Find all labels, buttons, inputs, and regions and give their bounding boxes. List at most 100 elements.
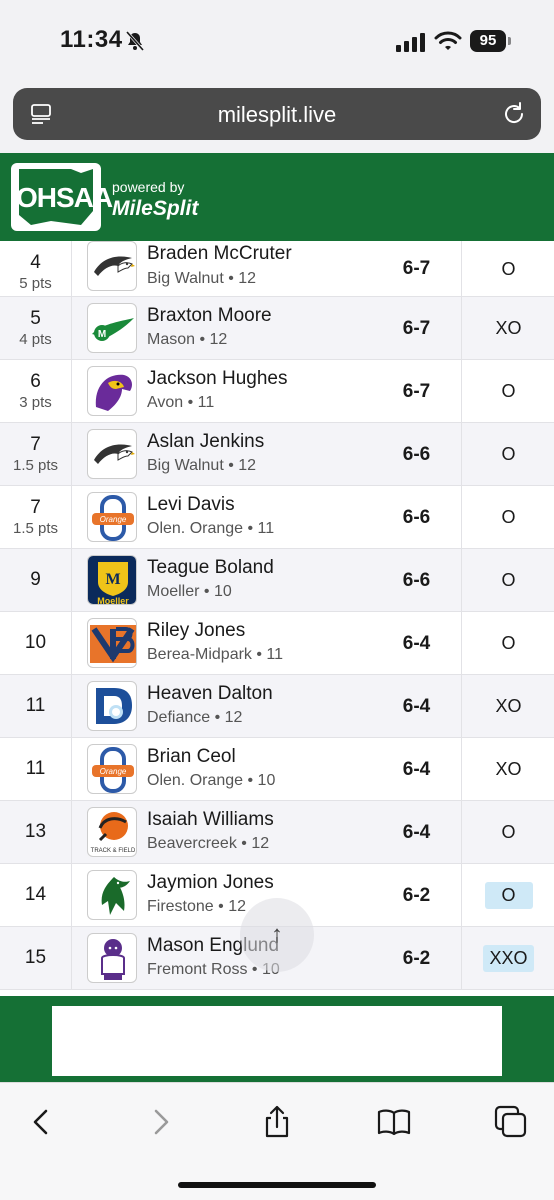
place-cell: 11 (0, 675, 72, 737)
athlete-name[interactable]: Teague Boland (147, 557, 274, 579)
reload-icon[interactable] (501, 101, 527, 127)
athlete-school[interactable]: Firestone • 12 (147, 898, 246, 916)
attempts-cell: O (463, 486, 554, 548)
athlete-school[interactable]: Defiance • 12 (147, 709, 242, 727)
height-mark: 6-4 (372, 738, 462, 801)
attempts-cell: XXO (463, 927, 554, 989)
athlete-school[interactable]: Avon • 11 (147, 394, 214, 412)
result-row[interactable]: 13 TRACK & FIELD Isaiah Williams Beavercree… (0, 801, 554, 864)
result-row[interactable]: 4 5 pts Braden McCruter Big Walnut • 12 6-7 O (0, 241, 554, 297)
athlete-school[interactable]: Olen. Orange • 10 (147, 772, 275, 790)
place-cell: 5 4 pts (0, 297, 72, 359)
place-cell: 14 (0, 864, 72, 926)
athlete-name[interactable]: Braxton Moore (147, 305, 272, 327)
athlete-school[interactable]: Berea-Midpark • 11 (147, 646, 283, 664)
team-points: 3 pts (19, 394, 52, 411)
result-row[interactable]: 9 M Moeller Teague Boland Moeller • 10 6-6 O (0, 549, 554, 612)
athlete-name[interactable]: Jackson Hughes (147, 368, 287, 390)
attempts-cell: XO (463, 297, 554, 359)
svg-text:Moeller: Moeller (97, 596, 129, 605)
silent-bell-icon (125, 31, 145, 51)
result-row[interactable]: 10 Riley Jones Berea-Midpark • 11 6-4 O (0, 612, 554, 675)
attempt-string: O (484, 882, 533, 909)
attempt-string: O (501, 444, 516, 464)
attempts-cell: O (463, 549, 554, 611)
attempt-string: XXO (483, 945, 534, 972)
attempts-cell: XO (463, 738, 554, 800)
athlete-name[interactable]: Braden McCruter (147, 243, 292, 265)
place-number: 5 (30, 308, 41, 329)
forward-icon[interactable] (144, 1105, 178, 1139)
share-icon[interactable] (260, 1105, 294, 1139)
athlete-name[interactable]: Jaymion Jones (147, 872, 274, 894)
result-row[interactable]: 6 3 pts Jackson Hughes Avon • 11 6-7 O (0, 360, 554, 423)
attempts-cell: O (463, 360, 554, 422)
athlete-school[interactable]: Olen. Orange • 11 (147, 520, 274, 538)
school-logo[interactable] (87, 681, 137, 731)
athlete-name[interactable]: Levi Davis (147, 494, 235, 516)
svg-text:Orange: Orange (100, 515, 127, 524)
attempt-string: O (501, 507, 516, 527)
attempts-cell: XO (463, 675, 554, 737)
athlete-school[interactable]: Big Walnut • 12 (147, 457, 256, 475)
school-logo[interactable] (87, 870, 137, 920)
school-logo[interactable] (87, 241, 137, 291)
school-logo[interactable] (87, 366, 137, 416)
height-mark: 6-2 (372, 864, 462, 927)
place-number: 6 (30, 371, 41, 392)
athlete-name[interactable]: Brian Ceol (147, 746, 236, 768)
place-number: 9 (30, 569, 41, 590)
result-row[interactable]: 7 1.5 pts Aslan Jenkins Big Walnut • 12 6-6 O (0, 423, 554, 486)
status-bar: 11:34 95 (0, 0, 554, 80)
attempt-string: O (501, 570, 516, 590)
athlete-school[interactable]: Moeller • 10 (147, 583, 232, 601)
result-row[interactable]: 11 Orange Brian Ceol Olen. Orange • 10 6-4 XO (0, 738, 554, 801)
athlete-school[interactable]: Mason • 12 (147, 331, 227, 349)
url-text[interactable]: milesplit.live (13, 102, 541, 128)
team-points: 1.5 pts (12, 457, 59, 474)
height-mark: 6-6 (372, 486, 462, 549)
logo-text: OHSAA (16, 182, 113, 213)
height-mark: 6-4 (372, 675, 462, 738)
school-logo[interactable]: Orange (87, 744, 137, 794)
bookmarks-icon[interactable] (377, 1105, 411, 1139)
school-logo[interactable] (87, 933, 137, 983)
team-points: 5 pts (19, 275, 52, 292)
school-logo[interactable] (87, 618, 137, 668)
result-row[interactable]: 7 1.5 pts Orange Levi Davis Olen. Orange • 1… (0, 486, 554, 549)
athlete-name[interactable]: Isaiah Williams (147, 809, 274, 831)
place-number: 15 (24, 947, 47, 968)
height-mark: 6-6 (372, 423, 462, 486)
height-mark: 6-7 (372, 297, 462, 360)
battery-level: 95 (470, 30, 506, 52)
address-bar[interactable]: milesplit.live (13, 88, 541, 140)
arrow-up-icon: ↑ (271, 921, 283, 948)
school-logo[interactable] (87, 429, 137, 479)
ohsaa-logo[interactable]: OHSAA (11, 163, 113, 231)
attempt-string: O (501, 633, 516, 653)
athlete-school[interactable]: Beavercreek • 12 (147, 835, 269, 853)
place-number: 10 (24, 632, 47, 653)
attempts-cell: O (463, 423, 554, 485)
svg-text:M: M (98, 329, 106, 340)
scroll-to-top-button[interactable]: ↑ (240, 898, 314, 972)
school-logo[interactable]: M Moeller (87, 555, 137, 605)
athlete-name[interactable]: Heaven Dalton (147, 683, 273, 705)
ad-slot[interactable] (52, 1006, 502, 1076)
result-row[interactable]: 11 Heaven Dalton Defiance • 12 6-4 XO (0, 675, 554, 738)
place-cell: 15 (0, 927, 72, 989)
status-time: 11:34 (60, 26, 123, 53)
athlete-name[interactable]: Riley Jones (147, 620, 245, 642)
school-logo[interactable]: Orange (87, 492, 137, 542)
back-icon[interactable] (24, 1105, 58, 1139)
school-logo[interactable]: M (87, 303, 137, 353)
athlete-school[interactable]: Big Walnut • 12 (147, 270, 256, 288)
milesplit-brand[interactable]: MileSplit (112, 197, 198, 221)
attempts-cell: O (463, 241, 554, 296)
athlete-name[interactable]: Aslan Jenkins (147, 431, 264, 453)
height-mark: 6-7 (372, 241, 462, 297)
result-row[interactable]: 5 4 pts M Braxton Moore Mason • 12 6-7 XO (0, 297, 554, 360)
wifi-icon (434, 31, 462, 50)
school-logo[interactable]: TRACK & FIELD (87, 807, 137, 857)
tabs-icon[interactable] (494, 1105, 528, 1139)
